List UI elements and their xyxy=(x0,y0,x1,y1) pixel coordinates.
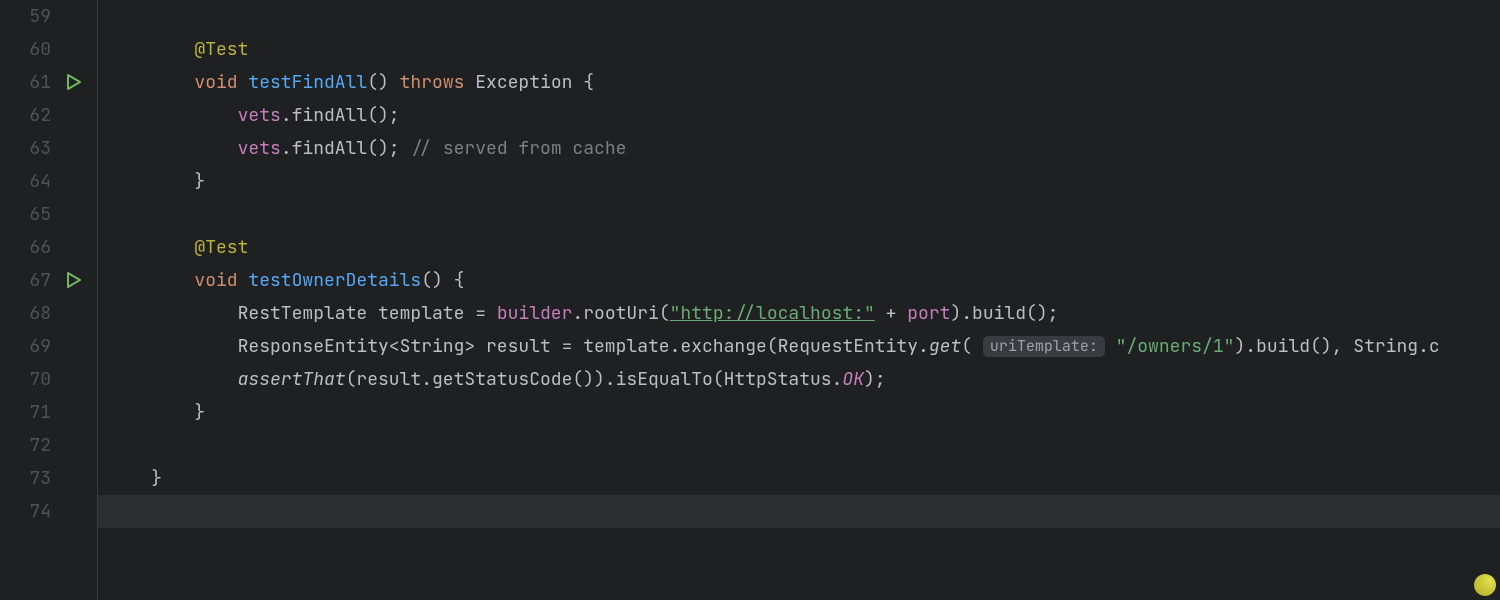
code-area[interactable]: @Test void testFindAll() throws Exceptio… xyxy=(98,0,1500,600)
code-token: () xyxy=(367,71,399,94)
code-line[interactable]: @Test xyxy=(98,33,1500,66)
gutter-row: 59 xyxy=(0,0,97,33)
code-token: "http://localhost:" xyxy=(670,302,875,325)
line-number[interactable]: 61 xyxy=(29,66,51,99)
line-number[interactable]: 66 xyxy=(29,231,51,264)
line-number[interactable]: 69 xyxy=(29,330,51,363)
run-test-icon[interactable] xyxy=(67,272,83,288)
line-number[interactable]: 59 xyxy=(29,0,51,33)
code-line[interactable] xyxy=(98,429,1500,462)
code-token: // served from cache xyxy=(410,137,626,160)
code-line[interactable] xyxy=(98,495,1500,528)
code-token: ( xyxy=(961,335,983,358)
code-token: + xyxy=(875,302,907,325)
gutter-row: 68 xyxy=(0,297,97,330)
code-token: ).build(); xyxy=(950,302,1058,325)
code-line[interactable]: assertThat(result.getStatusCode()).isEqu… xyxy=(98,363,1500,396)
code-token: ).build(), String.c xyxy=(1234,335,1439,358)
gutter-row: 65 xyxy=(0,198,97,231)
code-token: .findAll(); xyxy=(281,137,411,160)
code-line[interactable] xyxy=(98,198,1500,231)
gutter-row: 63 xyxy=(0,132,97,165)
code-line[interactable]: ResponseEntity<String> result = template… xyxy=(98,330,1500,363)
code-token: void xyxy=(194,71,248,94)
code-line[interactable]: } xyxy=(98,165,1500,198)
code-token: .findAll(); xyxy=(281,104,400,127)
code-token xyxy=(1105,335,1116,358)
parameter-hint: uriTemplate: xyxy=(983,336,1105,357)
code-token: RestTemplate template = xyxy=(238,302,497,325)
gutter-row: 73 xyxy=(0,462,97,495)
line-number[interactable]: 71 xyxy=(29,396,51,429)
gutter-row: 62 xyxy=(0,99,97,132)
code-token: assertThat xyxy=(238,368,346,391)
line-number[interactable]: 63 xyxy=(29,132,51,165)
code-token: "/owners/1" xyxy=(1116,335,1235,358)
code-token: } xyxy=(194,401,205,424)
gutter-row: 64 xyxy=(0,165,97,198)
line-number[interactable]: 62 xyxy=(29,99,51,132)
code-token: () { xyxy=(421,269,464,292)
line-number[interactable]: 73 xyxy=(29,462,51,495)
code-line[interactable]: @Test xyxy=(98,231,1500,264)
gutter-row: 67 xyxy=(0,264,97,297)
code-line[interactable] xyxy=(98,0,1500,33)
code-token: @Test xyxy=(194,38,248,61)
line-number[interactable]: 68 xyxy=(29,297,51,330)
code-line[interactable]: vets.findAll(); xyxy=(98,99,1500,132)
line-number[interactable]: 60 xyxy=(29,33,51,66)
code-token: ResponseEntity<String> result = template… xyxy=(238,335,929,358)
analysis-indicator-icon[interactable] xyxy=(1474,574,1496,596)
code-line[interactable]: void testFindAll() throws Exception { xyxy=(98,66,1500,99)
gutter-row: 61 xyxy=(0,66,97,99)
gutter-row: 72 xyxy=(0,429,97,462)
code-token: } xyxy=(194,170,205,193)
code-token: port xyxy=(907,302,950,325)
code-line[interactable]: void testOwnerDetails() { xyxy=(98,264,1500,297)
gutter-row: 66 xyxy=(0,231,97,264)
code-token: (result.getStatusCode()).isEqualTo(HttpS… xyxy=(346,368,843,391)
code-token: testOwnerDetails xyxy=(248,269,421,292)
gutter-row: 69 xyxy=(0,330,97,363)
gutter-row: 70 xyxy=(0,363,97,396)
code-line[interactable]: } xyxy=(98,462,1500,495)
code-editor: 59606162636465666768697071727374 @Test v… xyxy=(0,0,1500,600)
code-token: get xyxy=(929,335,961,358)
line-number[interactable]: 64 xyxy=(29,165,51,198)
code-token: Exception { xyxy=(475,71,594,94)
code-line[interactable]: vets.findAll(); // served from cache xyxy=(98,132,1500,165)
line-number[interactable]: 74 xyxy=(29,495,51,528)
code-line[interactable]: RestTemplate template = builder.rootUri(… xyxy=(98,297,1500,330)
line-number[interactable]: 72 xyxy=(29,429,51,462)
line-number[interactable]: 65 xyxy=(29,198,51,231)
code-token: ); xyxy=(864,368,886,391)
gutter: 59606162636465666768697071727374 xyxy=(0,0,98,600)
line-number[interactable]: 70 xyxy=(29,363,51,396)
run-test-icon[interactable] xyxy=(67,74,83,90)
code-token: testFindAll xyxy=(248,71,367,94)
code-token: } xyxy=(151,467,162,490)
code-token: void xyxy=(194,269,248,292)
code-token: OK xyxy=(842,368,864,391)
gutter-row: 71 xyxy=(0,396,97,429)
gutter-row: 60 xyxy=(0,33,97,66)
code-token: .rootUri( xyxy=(572,302,669,325)
code-token: vets xyxy=(238,137,281,160)
code-line[interactable]: } xyxy=(98,396,1500,429)
line-number[interactable]: 67 xyxy=(29,264,51,297)
code-token: @Test xyxy=(194,236,248,259)
code-token: vets xyxy=(238,104,281,127)
code-token: builder xyxy=(497,302,573,325)
code-token: throws xyxy=(400,71,476,94)
gutter-row: 74 xyxy=(0,495,97,528)
